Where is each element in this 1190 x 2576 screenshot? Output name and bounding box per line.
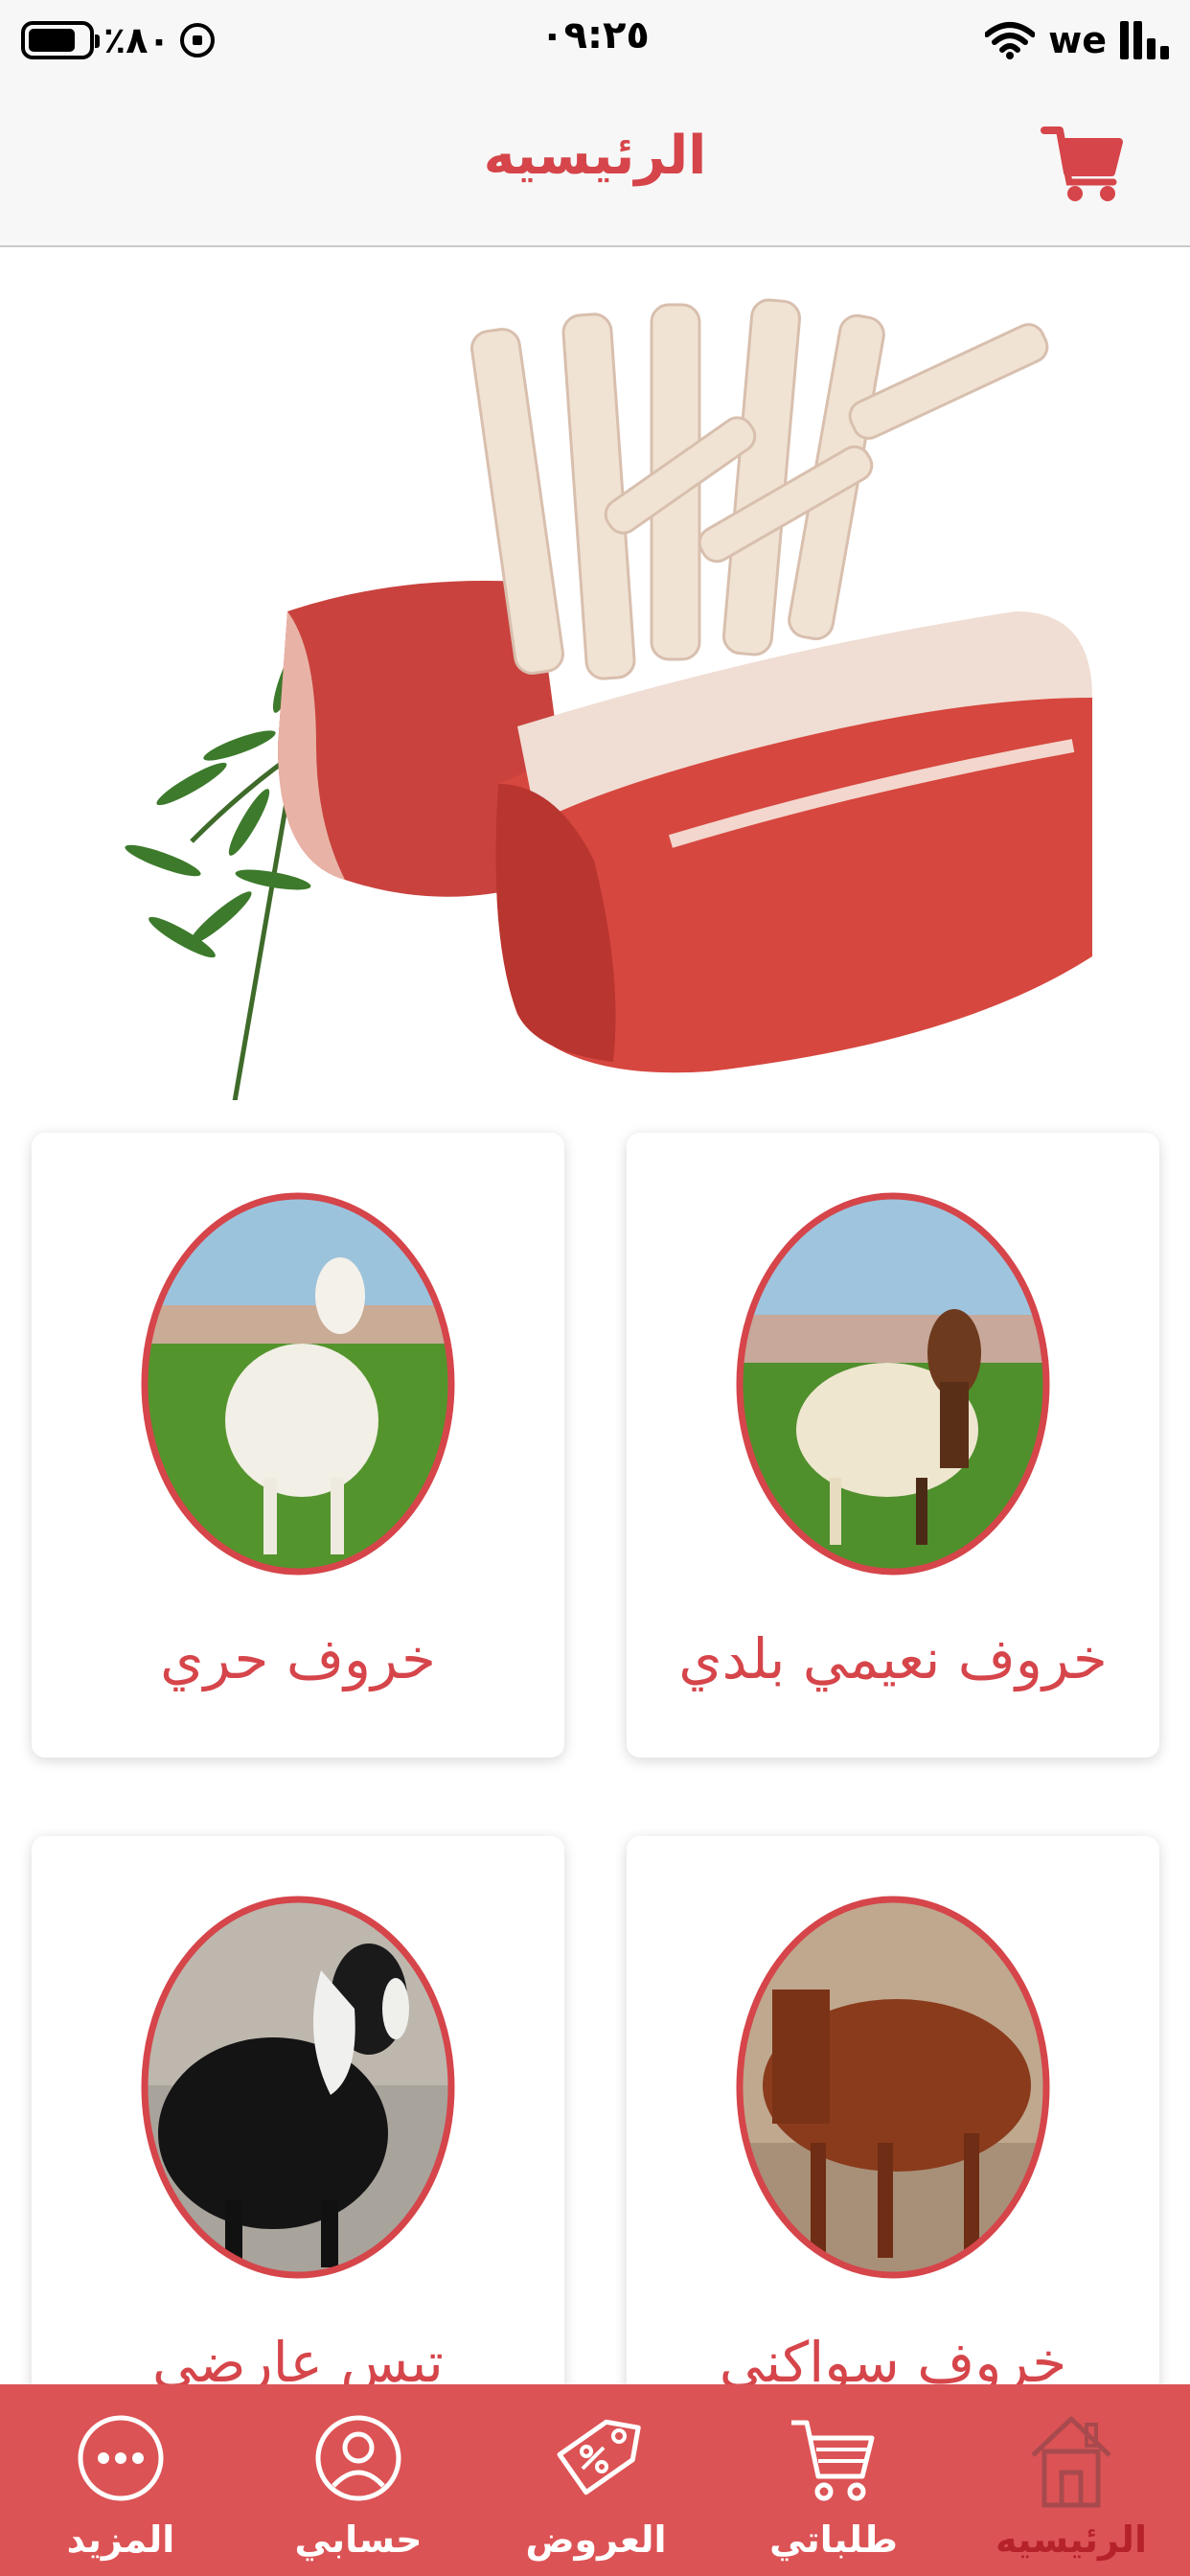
tab-label: حسابي [294, 2518, 423, 2561]
product-card[interactable]: خروف سواكني [627, 1836, 1159, 2461]
carrier-name: we [1048, 19, 1107, 61]
naimi-sheep-photo [736, 1192, 1050, 1576]
product-name: خروف حري [160, 1626, 436, 1691]
status-bar: ٪٨٠ ٠٩:٢٥ we [0, 0, 1190, 86]
price-tag-icon [557, 2419, 641, 2496]
cart-icon [1041, 126, 1123, 201]
aardi-goat-photo [141, 1896, 455, 2279]
tab-offers[interactable]: العروض [477, 2384, 715, 2576]
wifi-icon [985, 22, 1036, 59]
tab-account[interactable]: حسابي [240, 2384, 477, 2576]
tab-orders[interactable]: طلباتي [715, 2384, 952, 2576]
bottom-tab-bar: الرئيسيه طلباتي العروض حسابي المزيد [0, 2384, 1190, 2576]
banner-carousel[interactable] [0, 247, 1190, 1100]
lamb-rack-image [125, 298, 1092, 1100]
tab-label: العروض [525, 2518, 667, 2561]
app-header: الرئيسيه [0, 86, 1190, 247]
product-card[interactable]: خروف نعيمي بلدي [627, 1133, 1159, 1758]
more-icon [78, 2415, 164, 2501]
cart-button[interactable] [1041, 121, 1127, 207]
product-name: خروف نعيمي بلدي [678, 1626, 1108, 1691]
harri-sheep-photo [141, 1192, 455, 1576]
page-title: الرئيسيه [483, 125, 707, 187]
tab-label: طلباتي [769, 2518, 898, 2561]
home-icon [1031, 2416, 1111, 2508]
product-card[interactable]: تيس عارضي [32, 1836, 564, 2461]
sawakni-sheep-photo [736, 1896, 1050, 2279]
tab-home[interactable]: الرئيسيه [952, 2384, 1190, 2576]
tab-more[interactable]: المزيد [2, 2384, 240, 2576]
product-card[interactable]: خروف حري [32, 1133, 564, 1758]
tab-label: المزيد [66, 2518, 175, 2561]
status-right: we [985, 13, 1169, 67]
shopping-cart-icon [791, 2420, 875, 2501]
user-icon [315, 2415, 401, 2501]
tab-label: الرئيسيه [995, 2518, 1147, 2561]
signal-icon [1120, 21, 1169, 59]
